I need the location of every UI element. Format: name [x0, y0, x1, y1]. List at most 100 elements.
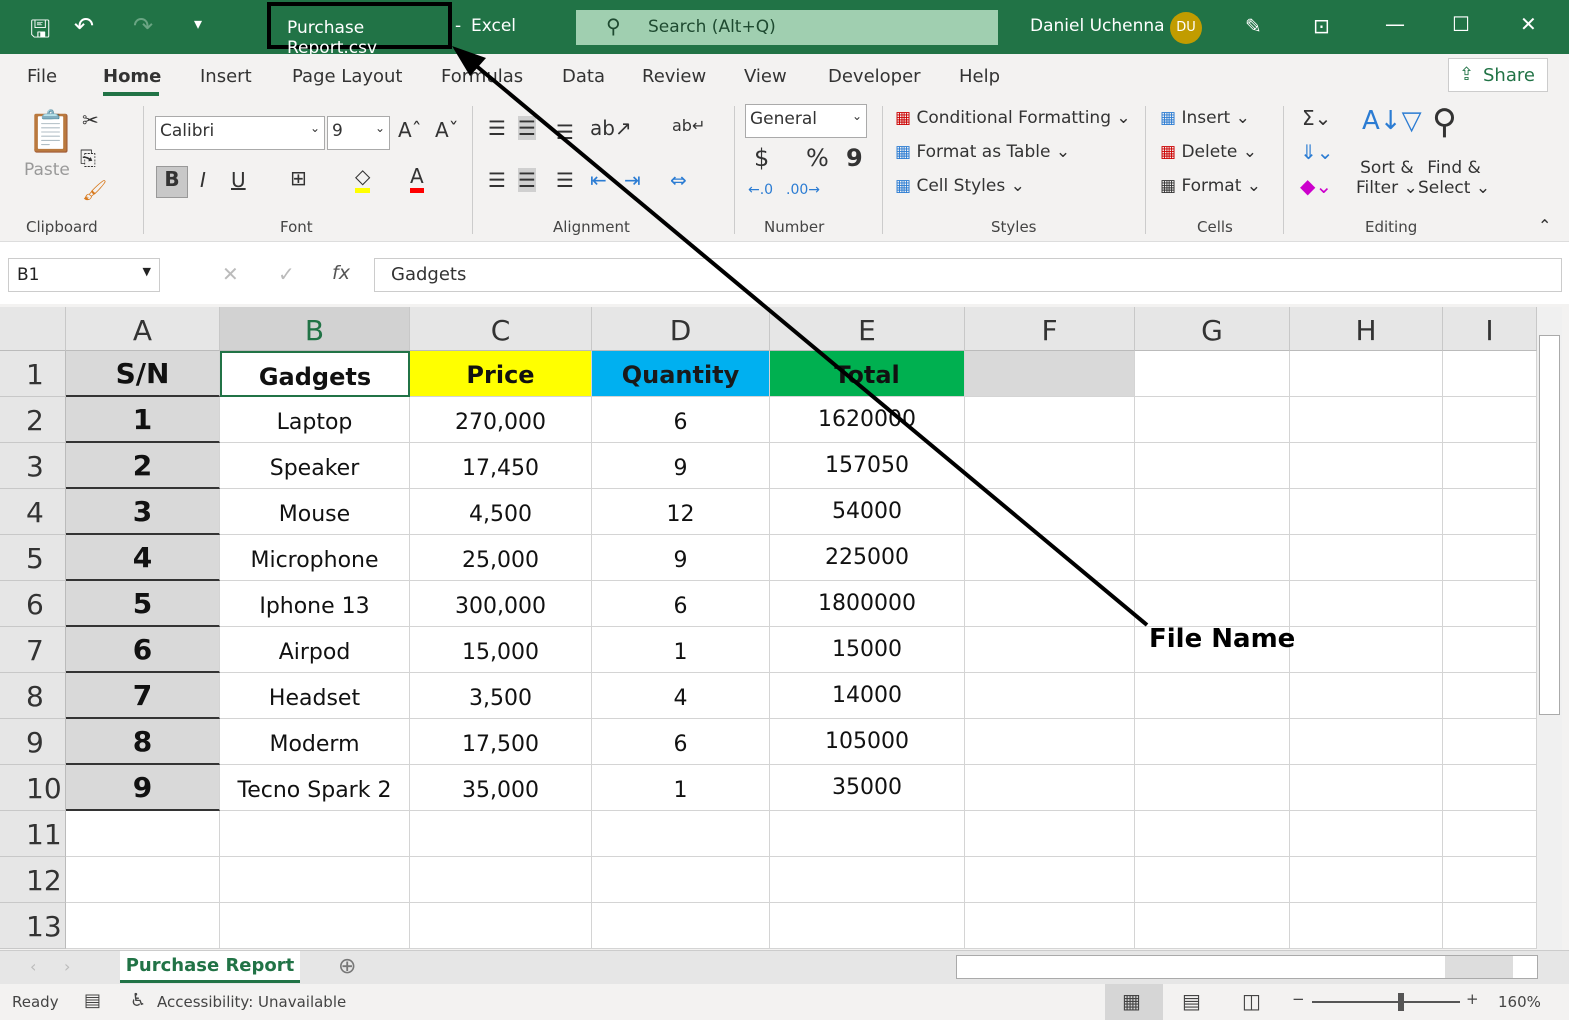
tab-formulas[interactable]: Formulas [441, 66, 523, 87]
data-cell[interactable]: 157050 [770, 443, 965, 489]
data-cell[interactable]: Headset [220, 673, 410, 719]
align-left-icon[interactable]: ☰ [488, 168, 506, 192]
format-painter-icon[interactable]: 🖌 [82, 178, 107, 202]
cell[interactable] [1290, 765, 1443, 811]
cell[interactable] [1290, 903, 1443, 949]
insert-cells-button[interactable]: ▦ Insert ⌄ [1160, 108, 1250, 128]
page-break-view-icon[interactable]: ◫ [1242, 989, 1261, 1013]
row-header-9[interactable]: 9 [0, 719, 66, 765]
tab-home[interactable]: Home [103, 66, 161, 87]
sort-filter-icon[interactable]: A↓▽ [1362, 106, 1422, 136]
cell[interactable] [1443, 581, 1537, 627]
cell[interactable] [1135, 581, 1290, 627]
increase-font-icon[interactable]: Aˆ [398, 118, 422, 142]
paste-button[interactable]: Paste [24, 160, 70, 180]
column-header-G[interactable]: G [1135, 307, 1290, 351]
column-header-C[interactable]: C [410, 307, 592, 351]
cell[interactable] [1135, 489, 1290, 535]
decrease-font-icon[interactable]: Aˇ [435, 118, 459, 142]
row-header-5[interactable]: 5 [0, 535, 66, 581]
tab-developer[interactable]: Developer [828, 66, 921, 87]
cell[interactable] [1290, 489, 1443, 535]
data-cell[interactable]: 9 [592, 443, 770, 489]
vertical-scrollbar[interactable] [1537, 307, 1562, 950]
cell[interactable] [1290, 719, 1443, 765]
data-cell[interactable]: Moderm [220, 719, 410, 765]
wrap-text-icon[interactable]: ab↵ [672, 116, 705, 135]
cell[interactable] [1443, 857, 1537, 903]
cell[interactable] [1135, 811, 1290, 857]
row-header-8[interactable]: 8 [0, 673, 66, 719]
header-cell[interactable]: Price [410, 351, 592, 397]
data-cell[interactable]: 1 [592, 765, 770, 811]
cell[interactable] [1443, 903, 1537, 949]
sort-filter-button[interactable]: Sort & Filter ⌄ [1356, 158, 1418, 198]
formula-input[interactable]: Gadgets [374, 258, 1562, 292]
currency-button[interactable]: $ [754, 144, 769, 172]
sheet-tab-purchase-report[interactable]: Purchase Report [120, 951, 300, 983]
copy-icon[interactable]: ⎘ [80, 146, 96, 170]
percent-button[interactable]: % [806, 144, 829, 172]
cell[interactable] [410, 903, 592, 949]
row-header-3[interactable]: 3 [0, 443, 66, 489]
maximize-icon[interactable]: ☐ [1452, 12, 1470, 36]
cell[interactable] [770, 811, 965, 857]
row-header-7[interactable]: 7 [0, 627, 66, 673]
row-header-12[interactable]: 12 [0, 857, 66, 903]
cell[interactable] [1290, 581, 1443, 627]
data-cell[interactable]: 35000 [770, 765, 965, 811]
cell[interactable] [220, 903, 410, 949]
find-select-icon[interactable]: ⚲ [1432, 102, 1457, 142]
row-header-1[interactable]: 1 [0, 351, 66, 397]
data-cell[interactable]: 14000 [770, 673, 965, 719]
merge-center-icon[interactable]: ⇔ [670, 168, 687, 192]
align-top-icon[interactable]: ☰ [488, 116, 506, 140]
orientation-icon[interactable]: ab↗ [590, 116, 632, 140]
column-header-D[interactable]: D [592, 307, 770, 351]
search-box[interactable]: ⚲ Search (Alt+Q) [576, 10, 998, 45]
cell[interactable] [1443, 535, 1537, 581]
cell[interactable] [1443, 765, 1537, 811]
tab-insert[interactable]: Insert [200, 66, 252, 87]
header-cell[interactable]: Total [770, 351, 965, 397]
row-header-6[interactable]: 6 [0, 581, 66, 627]
cell[interactable] [770, 903, 965, 949]
data-cell[interactable]: Laptop [220, 397, 410, 443]
row-header-4[interactable]: 4 [0, 489, 66, 535]
column-header-F[interactable]: F [965, 307, 1135, 351]
data-cell[interactable]: 6 [592, 581, 770, 627]
cell[interactable] [1443, 489, 1537, 535]
cell[interactable] [1290, 673, 1443, 719]
cell[interactable] [1135, 535, 1290, 581]
cell[interactable] [1290, 351, 1443, 397]
data-cell[interactable]: 1 [66, 397, 220, 443]
fill-color-icon[interactable]: ◇ [355, 164, 371, 193]
cell[interactable] [1290, 443, 1443, 489]
data-cell[interactable]: 8 [66, 719, 220, 765]
cell[interactable] [66, 811, 220, 857]
cell[interactable] [1135, 719, 1290, 765]
cancel-icon[interactable]: ✕ [222, 262, 239, 286]
comma-button[interactable]: 9 [846, 144, 863, 172]
data-cell[interactable]: 9 [592, 535, 770, 581]
cell[interactable] [965, 397, 1135, 443]
data-cell[interactable]: 6 [592, 719, 770, 765]
cell[interactable] [1135, 673, 1290, 719]
underline-button[interactable]: U [231, 168, 246, 192]
data-cell[interactable]: 270,000 [410, 397, 592, 443]
align-bottom-icon[interactable]: ☰ [556, 120, 574, 144]
collapse-ribbon-icon[interactable]: ⌃ [1538, 216, 1551, 235]
cell[interactable] [1443, 397, 1537, 443]
next-sheet-icon[interactable]: › [64, 957, 70, 976]
autosum-icon[interactable]: Σ⌄ [1302, 106, 1331, 130]
zoom-slider-thumb[interactable] [1397, 993, 1404, 1011]
zoom-level[interactable]: 160% [1498, 993, 1541, 1011]
data-cell[interactable]: 5 [66, 581, 220, 627]
cell[interactable] [1443, 627, 1537, 673]
data-cell[interactable]: 105000 [770, 719, 965, 765]
cell[interactable] [1290, 627, 1443, 673]
delete-cells-button[interactable]: ▦ Delete ⌄ [1160, 142, 1257, 162]
data-cell[interactable]: 4,500 [410, 489, 592, 535]
cell[interactable] [1290, 811, 1443, 857]
data-cell[interactable]: 3 [66, 489, 220, 535]
